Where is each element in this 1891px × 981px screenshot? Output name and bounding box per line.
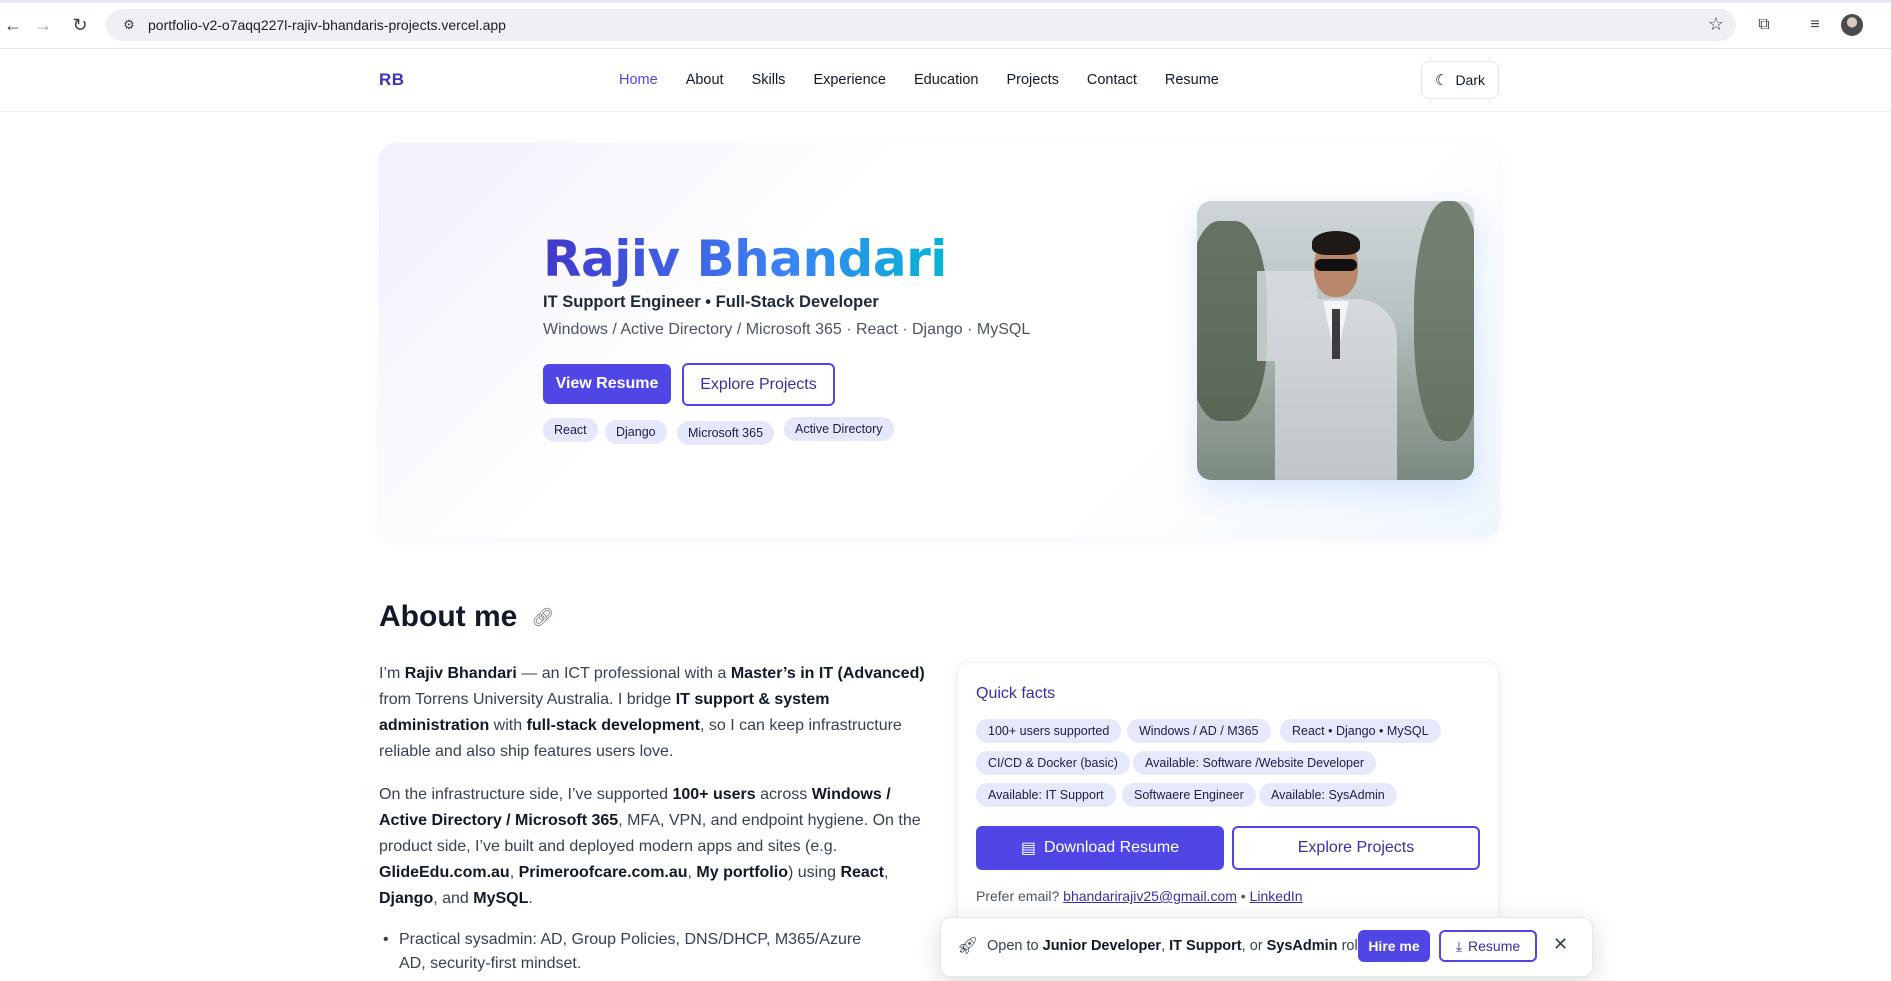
bookmark-star-icon[interactable]: ☆ xyxy=(1708,14,1724,35)
nav-skills[interactable]: Skills xyxy=(752,72,786,88)
anchor-link-icon[interactable]: 🔗︎ xyxy=(531,607,554,628)
nav-resume[interactable]: Resume xyxy=(1165,72,1219,88)
nav-projects[interactable]: Projects xyxy=(1006,72,1058,88)
toast-message: Open to Junior Developer, IT Support, or… xyxy=(987,938,1377,954)
hero-chip-active-directory: Active Directory xyxy=(784,417,894,441)
site-header: RB Home About Skills Experience Educatio… xyxy=(0,50,1891,112)
main-nav: Home About Skills Experience Education P… xyxy=(619,72,1247,88)
explore-projects-button[interactable]: Explore Projects xyxy=(682,363,835,406)
address-bar[interactable]: ⚙ portfolio-v2-o7aqq227l-rajiv-bhandaris… xyxy=(106,9,1736,41)
fact-chip: CI/CD & Docker (basic) xyxy=(976,751,1130,775)
quick-facts-title: Quick facts xyxy=(976,685,1056,702)
about-paragraph-1: I’m Rajiv Bhandari — an ICT professional… xyxy=(379,665,925,760)
close-icon[interactable]: ✕ xyxy=(1553,934,1568,955)
prefer-email-line: Prefer email? bhandarirajiv25@gmail.com … xyxy=(976,888,1303,904)
site-settings-icon[interactable]: ⚙ xyxy=(114,17,144,33)
hero-chip-m365: Microsoft 365 xyxy=(677,421,775,445)
email-separator: • xyxy=(1240,888,1246,904)
hero-chip-react: React xyxy=(543,418,598,442)
profile-photo xyxy=(1197,201,1474,480)
fact-chip: Available: IT Support xyxy=(976,783,1116,807)
fact-chip: 100+ users supported xyxy=(976,719,1122,743)
reload-icon[interactable]: ↻ xyxy=(67,12,93,38)
facts-explore-projects-button[interactable]: Explore Projects xyxy=(1232,826,1480,870)
email-prefix: Prefer email? xyxy=(976,888,1060,904)
forward-icon[interactable]: → xyxy=(30,12,56,38)
hiring-toast: 🚀︎ Open to Junior Developer, IT Support,… xyxy=(940,917,1593,977)
hero-name: Rajiv Bhandari xyxy=(543,230,947,288)
fact-chip: Available: Software /Website Developer xyxy=(1133,751,1377,775)
media-controls-icon[interactable]: ≡ xyxy=(1802,12,1828,38)
hero-stack: Windows / Active Directory / Microsoft 3… xyxy=(543,321,1031,338)
nav-contact[interactable]: Contact xyxy=(1087,72,1137,88)
hero-chip-django: Django xyxy=(605,420,667,444)
browser-toolbar: ← → ↻ ⚙ portfolio-v2-o7aqq227l-rajiv-bha… xyxy=(0,0,1891,49)
back-icon[interactable]: ← xyxy=(0,12,26,38)
theme-toggle-label: Dark xyxy=(1455,72,1485,88)
about-heading: About me 🔗︎ xyxy=(379,600,554,634)
nav-experience[interactable]: Experience xyxy=(813,72,886,88)
about-title-text: About me xyxy=(379,600,518,633)
email-link[interactable]: bhandarirajiv25@gmail.com xyxy=(1063,888,1237,904)
nav-about[interactable]: About xyxy=(686,72,724,88)
fact-chip: Windows / AD / M365 xyxy=(1127,719,1271,743)
view-resume-button[interactable]: View Resume xyxy=(543,364,671,404)
rocket-icon: 🚀︎ xyxy=(957,936,979,955)
moon-icon: ☾ xyxy=(1434,72,1449,89)
linkedin-link[interactable]: LinkedIn xyxy=(1250,888,1303,904)
tab-strip xyxy=(0,0,1891,3)
hero-role: IT Support Engineer • Full-Stack Develop… xyxy=(543,293,879,311)
profile-avatar[interactable] xyxy=(1841,14,1863,36)
extensions-icon[interactable]: ⧉ xyxy=(1751,12,1777,38)
document-icon: ▤ xyxy=(1020,840,1036,857)
fact-chip: React • Django • MySQL xyxy=(1280,719,1441,743)
download-icon: ⤓ xyxy=(1455,937,1463,954)
url-text[interactable]: portfolio-v2-o7aqq227l-rajiv-bhandaris-p… xyxy=(148,17,506,33)
toast-resume-label: Resume xyxy=(1468,938,1521,954)
toast-resume-button[interactable]: ⤓ Resume xyxy=(1439,930,1537,962)
fact-chip: Available: SysAdmin xyxy=(1259,783,1397,807)
about-bullet-item: Practical sysadmin: AD, Group Policies, … xyxy=(381,928,881,976)
nav-home[interactable]: Home xyxy=(619,72,658,88)
download-resume-label: Download Resume xyxy=(1043,839,1180,856)
fact-chip: Softwaere Engineer xyxy=(1122,783,1256,807)
about-paragraph-2: On the infrastructure side, I’ve support… xyxy=(379,786,921,907)
hire-me-button[interactable]: Hire me xyxy=(1358,930,1430,962)
site-logo[interactable]: RB xyxy=(379,70,405,90)
theme-toggle-button[interactable]: ☾ Dark xyxy=(1421,61,1499,99)
nav-education[interactable]: Education xyxy=(914,72,979,88)
download-resume-button[interactable]: ▤ Download Resume xyxy=(976,826,1224,870)
